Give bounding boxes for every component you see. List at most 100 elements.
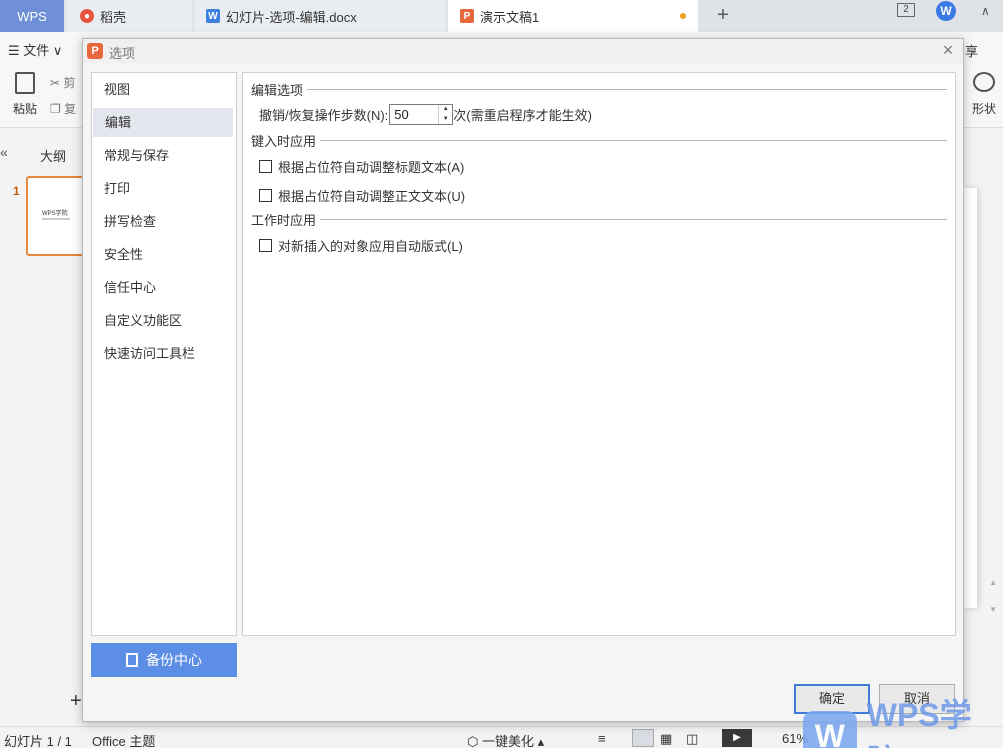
tab-document[interactable]: W 幻灯片-选项-编辑.docx: [194, 0, 446, 32]
options-content: 编辑选项 撤销/恢复操作步数(N): ▲ ▼ 次(需重启程序才能生效) 键入时应…: [242, 72, 956, 636]
tab-wps-label: WPS: [17, 8, 47, 24]
undo-steps-input[interactable]: [390, 105, 439, 124]
section-working-label: 工作时应用: [251, 213, 317, 228]
slide-thumbnail[interactable]: WPS学院: [26, 176, 86, 256]
backup-center-button[interactable]: 备份中心: [91, 643, 237, 677]
nav-item-edit[interactable]: 编辑: [93, 108, 233, 137]
chevron-up-icon[interactable]: ∧: [981, 4, 990, 18]
undo-steps-suffix: 次(需重启程序才能生效): [453, 108, 592, 123]
auto-layout-option[interactable]: 对新插入的对象应用自动版式(L): [259, 236, 463, 255]
cut-label: 剪: [63, 76, 76, 90]
copy-label: 复: [64, 102, 77, 116]
auto-fit-title-label: 根据占位符自动调整标题文本(A): [278, 160, 465, 175]
dialog-title: 选项: [109, 46, 136, 61]
auto-fit-body-option[interactable]: 根据占位符自动调整正文文本(U): [259, 186, 465, 205]
shape-icon: [973, 72, 995, 92]
spin-up-icon[interactable]: ▲: [439, 105, 452, 115]
tab-daoke-label: 稻壳: [100, 9, 127, 25]
notes-icon[interactable]: ≡: [598, 731, 606, 746]
dialog-titlebar[interactable]: P 选项 ×: [83, 39, 963, 63]
section-working: 工作时应用: [251, 210, 947, 229]
normal-view-icon[interactable]: [632, 729, 654, 747]
spin-down-icon[interactable]: ▼: [439, 115, 452, 125]
nav-item-quick-access[interactable]: 快速访问工具栏: [92, 339, 236, 368]
presentation-icon: P: [460, 9, 474, 23]
writer-icon: W: [206, 9, 220, 23]
tab-wps-home[interactable]: WPS: [0, 0, 64, 32]
slide-page[interactable]: [963, 188, 977, 608]
status-slide-count: 幻灯片 1 / 1: [4, 734, 72, 748]
copy-icon: ❐: [50, 102, 61, 116]
section-edit-options-label: 编辑选项: [251, 83, 304, 98]
auto-layout-label: 对新插入的对象应用自动版式(L): [278, 239, 463, 254]
auto-fit-title-option[interactable]: 根据占位符自动调整标题文本(A): [259, 157, 464, 176]
unsaved-dot-icon: [680, 13, 686, 19]
section-divider: [320, 219, 947, 220]
spin-buttons: ▲ ▼: [438, 105, 452, 124]
shape-label: 形状: [971, 102, 996, 116]
slide-canvas-edge: ▲ ▼: [963, 128, 1003, 720]
auto-fit-body-label: 根据占位符自动调整正文文本(U): [278, 189, 466, 204]
auto-layout-checkbox[interactable]: [259, 239, 272, 252]
tab-presentation[interactable]: P 演示文稿1: [448, 0, 698, 32]
nav-item-general-save[interactable]: 常规与保存: [92, 141, 236, 170]
nav-item-print[interactable]: 打印: [92, 174, 236, 203]
status-theme[interactable]: Office 主题: [92, 731, 155, 748]
add-tab-button[interactable]: +: [712, 4, 734, 26]
auto-fit-body-checkbox[interactable]: [259, 189, 272, 202]
section-divider: [320, 140, 947, 141]
nav-item-security[interactable]: 安全性: [92, 240, 236, 269]
backup-center-label: 备份中心: [146, 652, 202, 668]
shape-button[interactable]: 形状: [966, 72, 1002, 122]
collapse-pane-icon[interactable]: «: [0, 144, 8, 160]
tab-presentation-label: 演示文稿1: [480, 9, 540, 25]
cube-icon: ⬡: [467, 734, 479, 748]
scroll-arrows-icon[interactable]: ▲ ▼: [989, 578, 997, 614]
nav-item-spelling[interactable]: 拼写检查: [92, 207, 236, 236]
section-edit-options: 编辑选项: [251, 80, 947, 99]
wps-academy-watermark: W WPS学院: [803, 690, 1003, 748]
options-dialog: P 选项 × 视图 编辑 常规与保存 打印 拼写检查 安全性 信任中心 自定义功…: [82, 38, 964, 722]
section-typing: 键入时应用: [251, 131, 947, 150]
presentation-icon: P: [87, 43, 103, 59]
daoke-icon: ●: [80, 9, 94, 23]
add-slide-button[interactable]: +: [70, 690, 82, 713]
window-count-icon[interactable]: 2: [897, 3, 915, 17]
slide-number: 1: [13, 184, 20, 198]
reading-view-icon[interactable]: ◫: [686, 731, 698, 747]
beautify-button[interactable]: ⬡ 一键美化 ▴: [467, 731, 544, 748]
share-button[interactable]: 享: [965, 41, 978, 60]
copy-button[interactable]: ❐ 复: [50, 100, 76, 117]
scissors-icon: ✂: [50, 76, 61, 90]
thumbnail-subtitle-line: [42, 218, 70, 220]
slide-sorter-icon[interactable]: ▦: [660, 731, 672, 747]
cut-button[interactable]: ✂ 剪: [50, 74, 75, 91]
undo-steps-row: 撤销/恢复操作步数(N): ▲ ▼ 次(需重启程序才能生效): [259, 104, 592, 125]
section-divider: [307, 89, 947, 90]
undo-steps-label: 撤销/恢复操作步数(N):: [259, 108, 389, 123]
options-nav: 视图 编辑 常规与保存 打印 拼写检查 安全性 信任中心 自定义功能区 快速访问…: [91, 72, 237, 636]
thumbnail-title: WPS学院: [42, 211, 68, 217]
watermark-text: WPS学院: [866, 697, 972, 748]
file-menu[interactable]: ☰ 文件 ∨: [8, 40, 62, 59]
slide-pane: « 大纲 1 WPS学院: [0, 128, 86, 720]
nav-item-view[interactable]: 视图: [92, 75, 236, 104]
nav-item-customize-ribbon[interactable]: 自定义功能区: [92, 306, 236, 335]
tab-bar: WPS ● 稻壳 W 幻灯片-选项-编辑.docx P 演示文稿1 + 2 W …: [0, 0, 1003, 32]
paste-button[interactable]: 粘贴: [5, 72, 45, 122]
beautify-label: 一键美化: [481, 734, 534, 748]
auto-fit-title-checkbox[interactable]: [259, 160, 272, 173]
tab-outline[interactable]: 大纲: [40, 146, 66, 165]
account-avatar[interactable]: W: [936, 1, 956, 21]
paste-label: 粘贴: [12, 102, 37, 116]
section-typing-label: 键入时应用: [251, 134, 317, 149]
nav-item-trust-center[interactable]: 信任中心: [92, 273, 236, 302]
clipboard-icon: [15, 72, 35, 94]
tab-daoke[interactable]: ● 稻壳: [66, 0, 192, 32]
wps-logo-icon: W: [803, 711, 857, 748]
undo-steps-stepper[interactable]: ▲ ▼: [389, 104, 454, 125]
backup-icon: [126, 653, 138, 667]
close-icon[interactable]: ×: [939, 41, 957, 59]
tab-document-label: 幻灯片-选项-编辑.docx: [226, 9, 357, 25]
play-icon[interactable]: ▶: [722, 729, 752, 747]
